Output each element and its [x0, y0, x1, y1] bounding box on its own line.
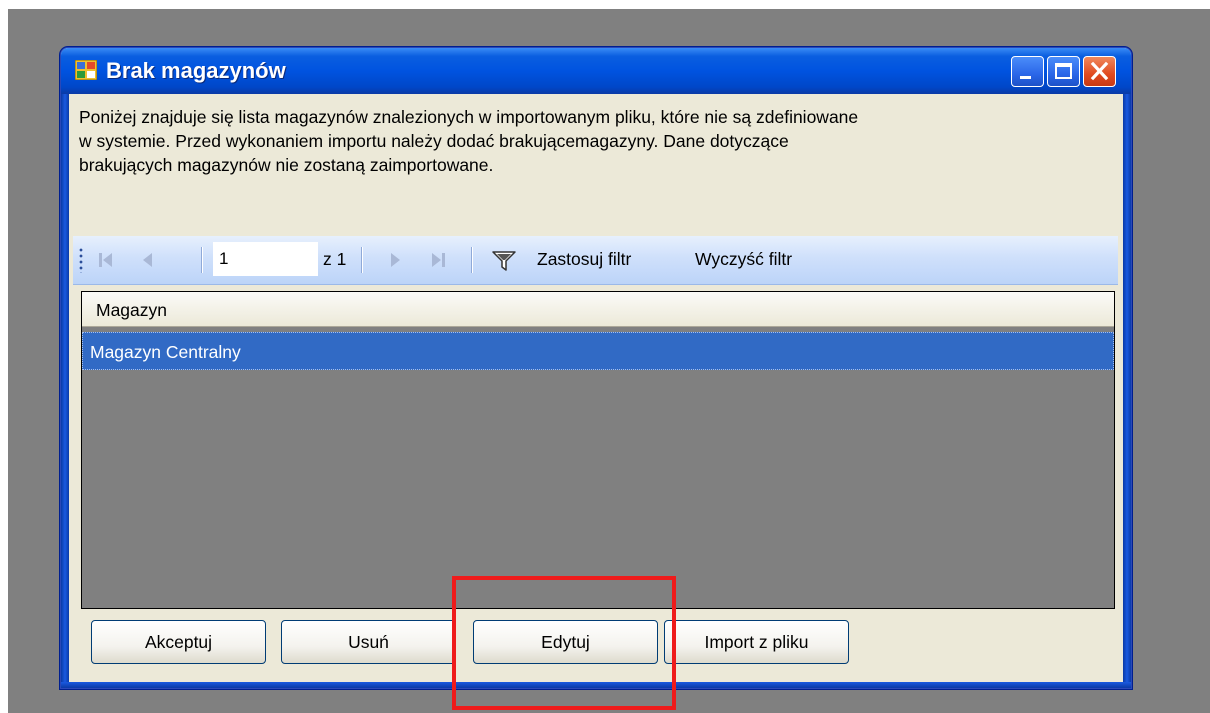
accept-button[interactable]: Akceptuj — [91, 620, 266, 664]
toolbar-separator — [361, 247, 363, 273]
minimize-icon — [1020, 76, 1031, 79]
window-frame-right — [1123, 94, 1131, 688]
maximize-icon — [1055, 63, 1072, 79]
import-from-file-button[interactable]: Import z pliku — [664, 620, 849, 664]
apply-filter-button[interactable]: Zastosuj filtr — [537, 249, 631, 270]
page-number-input[interactable] — [213, 242, 318, 276]
title-bar[interactable]: Brak magazynów — [61, 48, 1131, 94]
filter-icon[interactable] — [491, 246, 517, 274]
grid-cell: Magazyn Centralny — [90, 342, 241, 362]
toolbar-separator — [201, 247, 203, 273]
last-page-icon[interactable] — [427, 246, 449, 274]
description-text: Poniżej znajduje się lista magazynów zna… — [79, 107, 859, 175]
warehouse-grid[interactable]: Magazyn Magazyn Centralny — [81, 291, 1115, 609]
close-button[interactable] — [1083, 56, 1116, 87]
delete-button[interactable]: Usuń — [281, 620, 456, 664]
page-count-label: z 1 — [323, 249, 347, 269]
dialog-window: Brak magazynów Poniżej znajduje się list… — [60, 47, 1132, 689]
toolbar-grip[interactable] — [79, 247, 83, 273]
minimize-button[interactable] — [1011, 56, 1044, 87]
column-header-magazyn[interactable]: Magazyn — [96, 300, 167, 321]
window-title: Brak magazynów — [106, 58, 286, 83]
clear-filter-button[interactable]: Wyczyść filtr — [695, 249, 792, 270]
grid-column-header[interactable]: Magazyn — [82, 292, 1114, 327]
close-icon — [1090, 61, 1109, 81]
toolbar-separator — [471, 247, 473, 273]
table-row[interactable]: Magazyn Centralny — [82, 332, 1114, 370]
app-icon — [75, 60, 97, 80]
maximize-button[interactable] — [1047, 56, 1080, 87]
window-frame-left — [61, 94, 69, 688]
window-frame-bottom — [61, 682, 1131, 688]
prev-page-icon[interactable] — [137, 246, 159, 274]
binding-navigator: z 1 Zastosuj filtr Wyczyść filtr — [73, 236, 1118, 285]
edit-button[interactable]: Edytuj — [473, 620, 658, 664]
next-page-icon[interactable] — [385, 246, 407, 274]
first-page-icon[interactable] — [95, 246, 117, 274]
